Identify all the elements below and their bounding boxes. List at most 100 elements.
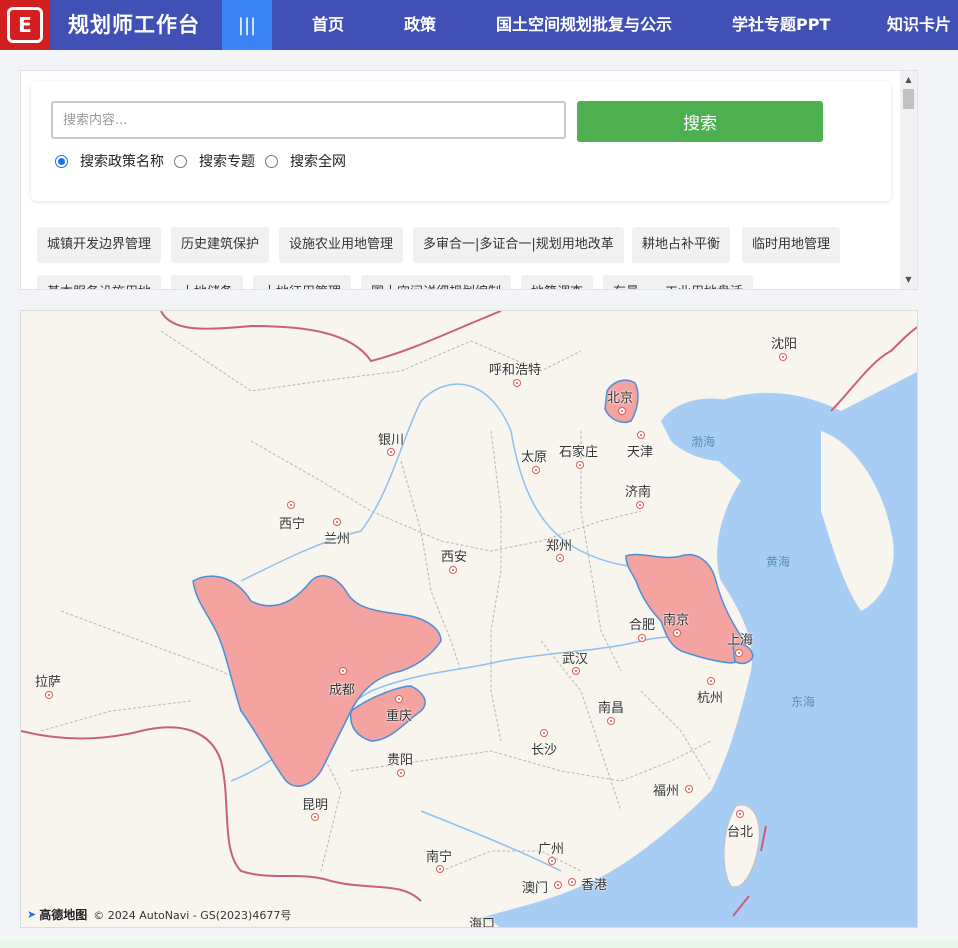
- city-label[interactable]: 北京: [607, 387, 633, 406]
- city-label[interactable]: 重庆: [386, 705, 412, 724]
- site-logo[interactable]: E: [0, 0, 50, 50]
- city-marker-icon[interactable]: [735, 649, 743, 657]
- tag-item[interactable]: 基本服务设施用地: [37, 275, 162, 289]
- menu-toggle-button[interactable]: |||: [222, 0, 272, 50]
- nav-ppt[interactable]: 学社专题PPT: [732, 0, 830, 50]
- city-marker-icon[interactable]: [607, 717, 615, 725]
- city-label[interactable]: 台北: [727, 821, 753, 840]
- city-marker-icon[interactable]: [638, 634, 646, 642]
- tag-item[interactable]: 耕地占补平衡: [632, 227, 731, 263]
- city-marker-icon[interactable]: [449, 566, 457, 574]
- city-label[interactable]: 南京: [663, 609, 689, 628]
- city-label[interactable]: 南宁: [426, 846, 452, 865]
- city-label[interactable]: 长沙: [531, 739, 557, 758]
- radio-label-web[interactable]: 搜索全网: [290, 151, 346, 171]
- city-label[interactable]: 香港: [581, 874, 607, 893]
- amap-logo[interactable]: 高德地图: [39, 906, 87, 923]
- nav-policy[interactable]: 政策: [404, 0, 436, 50]
- tag-item[interactable]: 土地储备: [171, 275, 244, 289]
- tag-item[interactable]: 城镇开发边界管理: [37, 227, 162, 263]
- highlight-regions: [192, 379, 754, 787]
- amap-arrow-icon: ➤: [27, 908, 37, 921]
- brand-title[interactable]: 规划师工作台: [68, 0, 200, 50]
- city-label[interactable]: 沈阳: [771, 333, 797, 352]
- tag-item[interactable]: 地籍调查: [521, 275, 594, 289]
- nav-cards[interactable]: 知识卡片: [887, 0, 951, 50]
- city-marker-icon[interactable]: [568, 878, 576, 886]
- search-button[interactable]: 搜索: [577, 101, 823, 142]
- city-marker-icon[interactable]: [532, 466, 540, 474]
- city-label[interactable]: 广州: [538, 838, 564, 857]
- scroll-down-icon[interactable]: ▼: [900, 273, 917, 287]
- radio-topic[interactable]: [174, 154, 187, 168]
- city-marker-icon[interactable]: [311, 813, 319, 821]
- city-marker-icon[interactable]: [513, 379, 521, 387]
- city-marker-icon[interactable]: [333, 518, 341, 526]
- city-label[interactable]: 贵阳: [387, 749, 413, 768]
- radio-web[interactable]: [265, 154, 278, 168]
- city-label[interactable]: 济南: [625, 481, 651, 500]
- city-label[interactable]: 石家庄: [559, 441, 598, 460]
- city-marker-icon[interactable]: [556, 554, 564, 562]
- tag-item[interactable]: 国土空间详细规划编制: [361, 275, 512, 289]
- tag-item[interactable]: 设施农业用地管理: [279, 227, 404, 263]
- city-label[interactable]: 西宁: [279, 513, 305, 532]
- tag-item[interactable]: 土地征用管理: [253, 275, 352, 289]
- city-label[interactable]: 银川: [378, 429, 404, 448]
- nav-home[interactable]: 首页: [312, 0, 344, 50]
- scroll-thumb[interactable]: [903, 89, 914, 109]
- city-marker-icon[interactable]: [436, 865, 444, 873]
- city-label[interactable]: 南昌: [598, 697, 624, 716]
- hamburger-icon: |||: [237, 14, 257, 36]
- city-marker-icon[interactable]: [45, 691, 53, 699]
- city-label[interactable]: 澳门: [522, 877, 548, 896]
- city-marker-icon[interactable]: [673, 629, 681, 637]
- city-marker-icon[interactable]: [548, 857, 556, 865]
- city-label[interactable]: 武汉: [562, 648, 588, 667]
- map-view[interactable]: 渤海 黄海 东海 呼和浩特 北京 天津 沈阳 银川 太原 石家庄 济南 西宁 兰…: [20, 310, 918, 928]
- radio-label-topic[interactable]: 搜索专题: [199, 151, 255, 171]
- city-marker-icon[interactable]: [685, 785, 693, 793]
- bottom-strip: [0, 940, 958, 948]
- city-marker-icon[interactable]: [576, 461, 584, 469]
- search-input[interactable]: [51, 101, 566, 139]
- city-label[interactable]: 太原: [521, 446, 547, 465]
- nav-approvals[interactable]: 国土空间规划批复与公示: [496, 0, 672, 50]
- tag-item[interactable]: 历史建筑保护: [171, 227, 270, 263]
- city-label[interactable]: 杭州: [697, 687, 723, 706]
- city-marker-icon[interactable]: [387, 448, 395, 456]
- city-marker-icon[interactable]: [736, 810, 744, 818]
- city-label[interactable]: 拉萨: [35, 671, 61, 690]
- radio-label-policy-name[interactable]: 搜索政策名称: [80, 151, 164, 171]
- city-label[interactable]: 昆明: [302, 794, 328, 813]
- city-label[interactable]: 成都: [329, 679, 355, 698]
- city-marker-icon[interactable]: [707, 677, 715, 685]
- panel-scrollbar[interactable]: ▲ ▼: [900, 71, 917, 289]
- city-label[interactable]: 兰州: [324, 528, 350, 547]
- city-label[interactable]: 上海: [727, 629, 753, 648]
- city-marker-icon[interactable]: [779, 353, 787, 361]
- tag-item[interactable]: 临时用地管理: [742, 227, 841, 263]
- city-label[interactable]: 海口: [469, 913, 495, 927]
- radio-policy-name[interactable]: [55, 154, 68, 168]
- sea-label: 东海: [791, 695, 816, 709]
- city-marker-icon[interactable]: [572, 667, 580, 675]
- city-label[interactable]: 合肥: [629, 614, 655, 633]
- city-label[interactable]: 西安: [441, 546, 467, 565]
- city-marker-icon[interactable]: [540, 729, 548, 737]
- city-marker-icon[interactable]: [287, 501, 295, 509]
- tag-item[interactable]: 多审合一|多证合一|规划用地改革: [413, 227, 624, 263]
- city-marker-icon[interactable]: [618, 407, 626, 415]
- scroll-up-icon[interactable]: ▲: [900, 73, 917, 87]
- city-marker-icon[interactable]: [637, 431, 645, 439]
- city-label[interactable]: 天津: [627, 441, 653, 460]
- city-marker-icon[interactable]: [636, 501, 644, 509]
- city-marker-icon[interactable]: [339, 667, 347, 675]
- city-marker-icon[interactable]: [397, 769, 405, 777]
- city-label[interactable]: 福州: [653, 780, 679, 799]
- city-marker-icon[interactable]: [554, 881, 562, 889]
- city-label[interactable]: 呼和浩特: [489, 359, 541, 378]
- city-marker-icon[interactable]: [395, 695, 403, 703]
- city-label[interactable]: 郑州: [546, 535, 572, 554]
- tag-item[interactable]: 存量——工业用地盘活: [603, 275, 754, 289]
